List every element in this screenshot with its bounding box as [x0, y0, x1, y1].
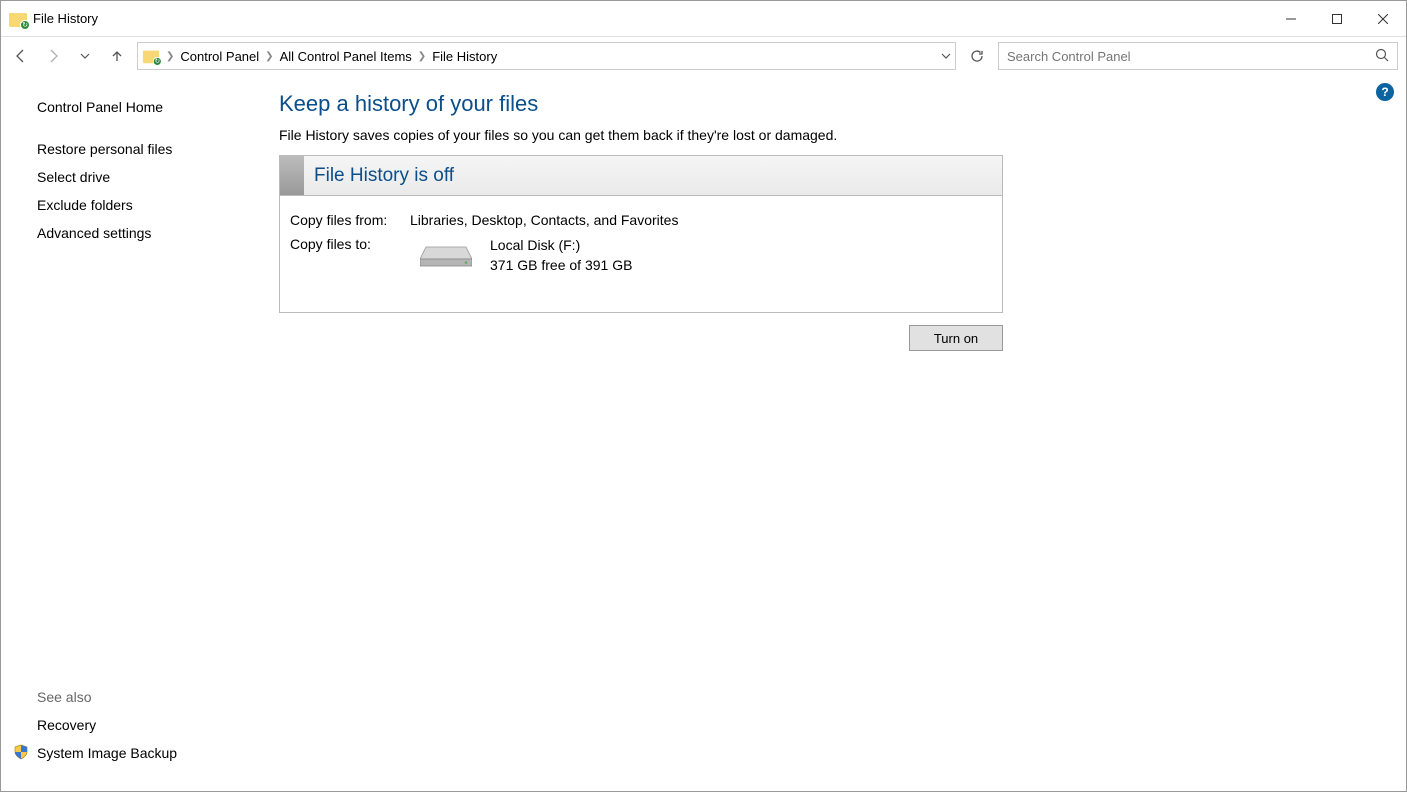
- page-heading: Keep a history of your files: [279, 91, 1390, 117]
- see-also-system-image-backup[interactable]: System Image Backup: [37, 739, 177, 767]
- addressbar-row: ↻ ❯ Control Panel ❯ All Control Panel It…: [1, 37, 1406, 75]
- sidebar: Control Panel Home Restore personal file…: [1, 75, 247, 791]
- sidebar-link-restore[interactable]: Restore personal files: [37, 135, 235, 163]
- address-icon: ↻: [143, 49, 159, 63]
- drive-name: Local Disk (F:): [490, 236, 632, 256]
- drive-info: Local Disk (F:) 371 GB free of 391 GB: [490, 236, 632, 276]
- control-panel-home-link[interactable]: Control Panel Home: [37, 93, 235, 121]
- recent-dropdown-button[interactable]: [73, 44, 97, 68]
- titlebar: ↻ File History: [1, 1, 1406, 37]
- copy-from-label: Copy files from:: [290, 212, 410, 228]
- action-row: Turn on: [279, 325, 1003, 351]
- see-also-label: See also: [37, 683, 235, 711]
- page-description: File History saves copies of your files …: [279, 127, 1390, 143]
- status-title: File History is off: [314, 165, 454, 187]
- turn-on-button[interactable]: Turn on: [909, 325, 1003, 351]
- up-button[interactable]: [105, 44, 129, 68]
- breadcrumb-file-history[interactable]: File History: [428, 49, 501, 64]
- status-flag-icon: [280, 156, 304, 195]
- status-box: File History is off Copy files from: Lib…: [279, 155, 1003, 313]
- status-body: Copy files from: Libraries, Desktop, Con…: [280, 196, 1002, 312]
- shield-icon: [13, 744, 29, 763]
- minimize-button[interactable]: [1268, 1, 1314, 36]
- chevron-right-icon: ❯: [263, 51, 275, 62]
- sidebar-link-advanced-settings[interactable]: Advanced settings: [37, 219, 235, 247]
- body: Control Panel Home Restore personal file…: [1, 75, 1406, 791]
- sidebar-link-select-drive[interactable]: Select drive: [37, 163, 235, 191]
- window-controls: [1268, 1, 1406, 36]
- file-history-icon: ↻: [9, 11, 27, 27]
- copy-from-value: Libraries, Desktop, Contacts, and Favori…: [410, 212, 678, 228]
- back-button[interactable]: [9, 44, 33, 68]
- forward-button[interactable]: [41, 44, 65, 68]
- window-title: File History: [33, 11, 98, 26]
- address-dropdown-button[interactable]: [941, 49, 951, 64]
- address-bar[interactable]: ↻ ❯ Control Panel ❯ All Control Panel It…: [137, 42, 956, 70]
- chevron-right-icon: ❯: [416, 51, 428, 62]
- drive-icon: [414, 236, 478, 276]
- main-content: ? Keep a history of your files File Hist…: [247, 75, 1406, 791]
- breadcrumb-all-items[interactable]: All Control Panel Items: [276, 49, 416, 64]
- see-also-recovery[interactable]: Recovery: [37, 711, 235, 739]
- breadcrumb-control-panel[interactable]: Control Panel: [176, 49, 263, 64]
- refresh-button[interactable]: [964, 43, 990, 69]
- status-header: File History is off: [280, 156, 1002, 196]
- help-icon[interactable]: ?: [1376, 83, 1394, 101]
- maximize-button[interactable]: [1314, 1, 1360, 36]
- search-input[interactable]: [1007, 49, 1375, 64]
- search-icon: [1375, 48, 1389, 65]
- drive-free-space: 371 GB free of 391 GB: [490, 256, 632, 276]
- search-box[interactable]: [998, 42, 1398, 70]
- copy-to-label: Copy files to:: [290, 236, 410, 276]
- sidebar-link-exclude-folders[interactable]: Exclude folders: [37, 191, 235, 219]
- close-button[interactable]: [1360, 1, 1406, 36]
- chevron-right-icon: ❯: [164, 51, 176, 62]
